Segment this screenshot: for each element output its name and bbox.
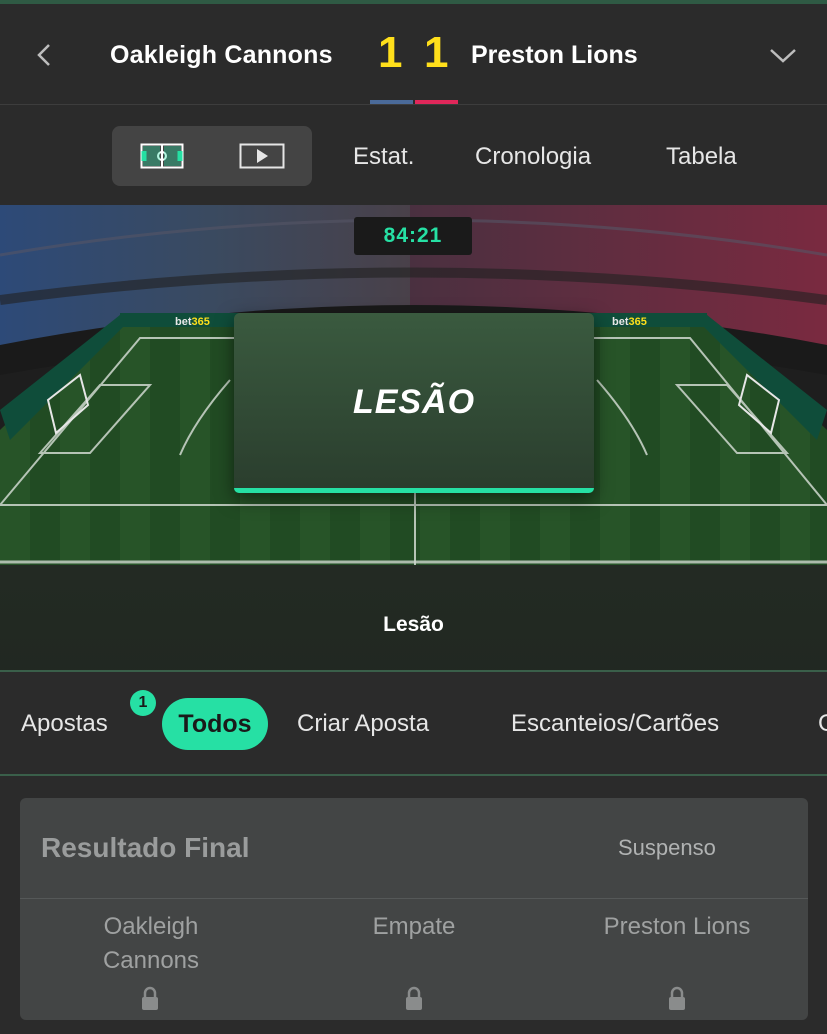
tab-my-bets[interactable]: Apostas <box>21 710 108 738</box>
market-card: Resultado Final Suspenso Oakleigh Cannon… <box>20 798 808 1020</box>
tab-stats[interactable]: Estat. <box>353 143 414 171</box>
tab-bet-builder[interactable]: Criar Aposta <box>297 710 429 738</box>
ad-board-text: bet365 <box>175 316 210 328</box>
match-visualization: bet365 bet365 84:21 LESÃO Lesão <box>0 205 827 670</box>
tab-table[interactable]: Tabela <box>666 143 737 171</box>
outcome-label: Empate <box>372 913 456 940</box>
pitch-icon[interactable] <box>140 143 184 169</box>
away-team-name: Preston Lions <box>471 41 638 69</box>
home-team-name: Oakleigh Cannons <box>110 41 333 69</box>
category-tabs: Apostas 1 Todos Criar Aposta Escanteios/… <box>0 672 827 774</box>
chevron-left-icon[interactable] <box>30 40 60 70</box>
ad-board-text: bet365 <box>612 316 647 328</box>
outcome-label-line2: Cannons <box>102 947 200 974</box>
event-caption: Lesão <box>383 613 444 636</box>
away-score: 1 <box>424 28 449 77</box>
outcome-home[interactable]: Oakleigh Cannons <box>20 910 282 978</box>
outcome-label: Oakleigh <box>103 913 199 940</box>
lock-icon <box>669 986 685 1010</box>
event-card: LESÃO <box>234 313 594 493</box>
match-clock: 84:21 <box>354 217 472 255</box>
tab-next[interactable]: G <box>818 710 827 738</box>
bets-count-badge: 1 <box>130 690 156 716</box>
market-divider <box>20 898 808 899</box>
lock-icon <box>142 986 158 1010</box>
outcome-away[interactable]: Preston Lions <box>546 910 808 944</box>
event-card-accent-bar <box>234 488 594 493</box>
market-status: Suspenso <box>618 835 716 860</box>
outcome-draw[interactable]: Empate <box>283 910 545 944</box>
markets-list: Resultado Final Suspenso Oakleigh Cannon… <box>0 776 827 1034</box>
home-score: 1 <box>378 28 403 77</box>
chevron-down-icon[interactable] <box>766 40 800 70</box>
view-tabs: Estat. Cronologia Tabela <box>0 105 827 205</box>
tab-corners-cards[interactable]: Escanteios/Cartões <box>511 710 719 738</box>
outcome-label: Preston Lions <box>603 913 751 940</box>
video-icon[interactable] <box>239 143 285 169</box>
view-toggle <box>112 126 312 186</box>
lock-icon <box>406 986 422 1010</box>
tab-all[interactable]: Todos <box>162 698 268 750</box>
match-header: Oakleigh Cannons 1 1 Preston Lions <box>0 4 827 104</box>
event-card-title: LESÃO <box>352 383 476 421</box>
tab-timeline[interactable]: Cronologia <box>475 143 591 171</box>
market-title[interactable]: Resultado Final <box>41 832 249 864</box>
